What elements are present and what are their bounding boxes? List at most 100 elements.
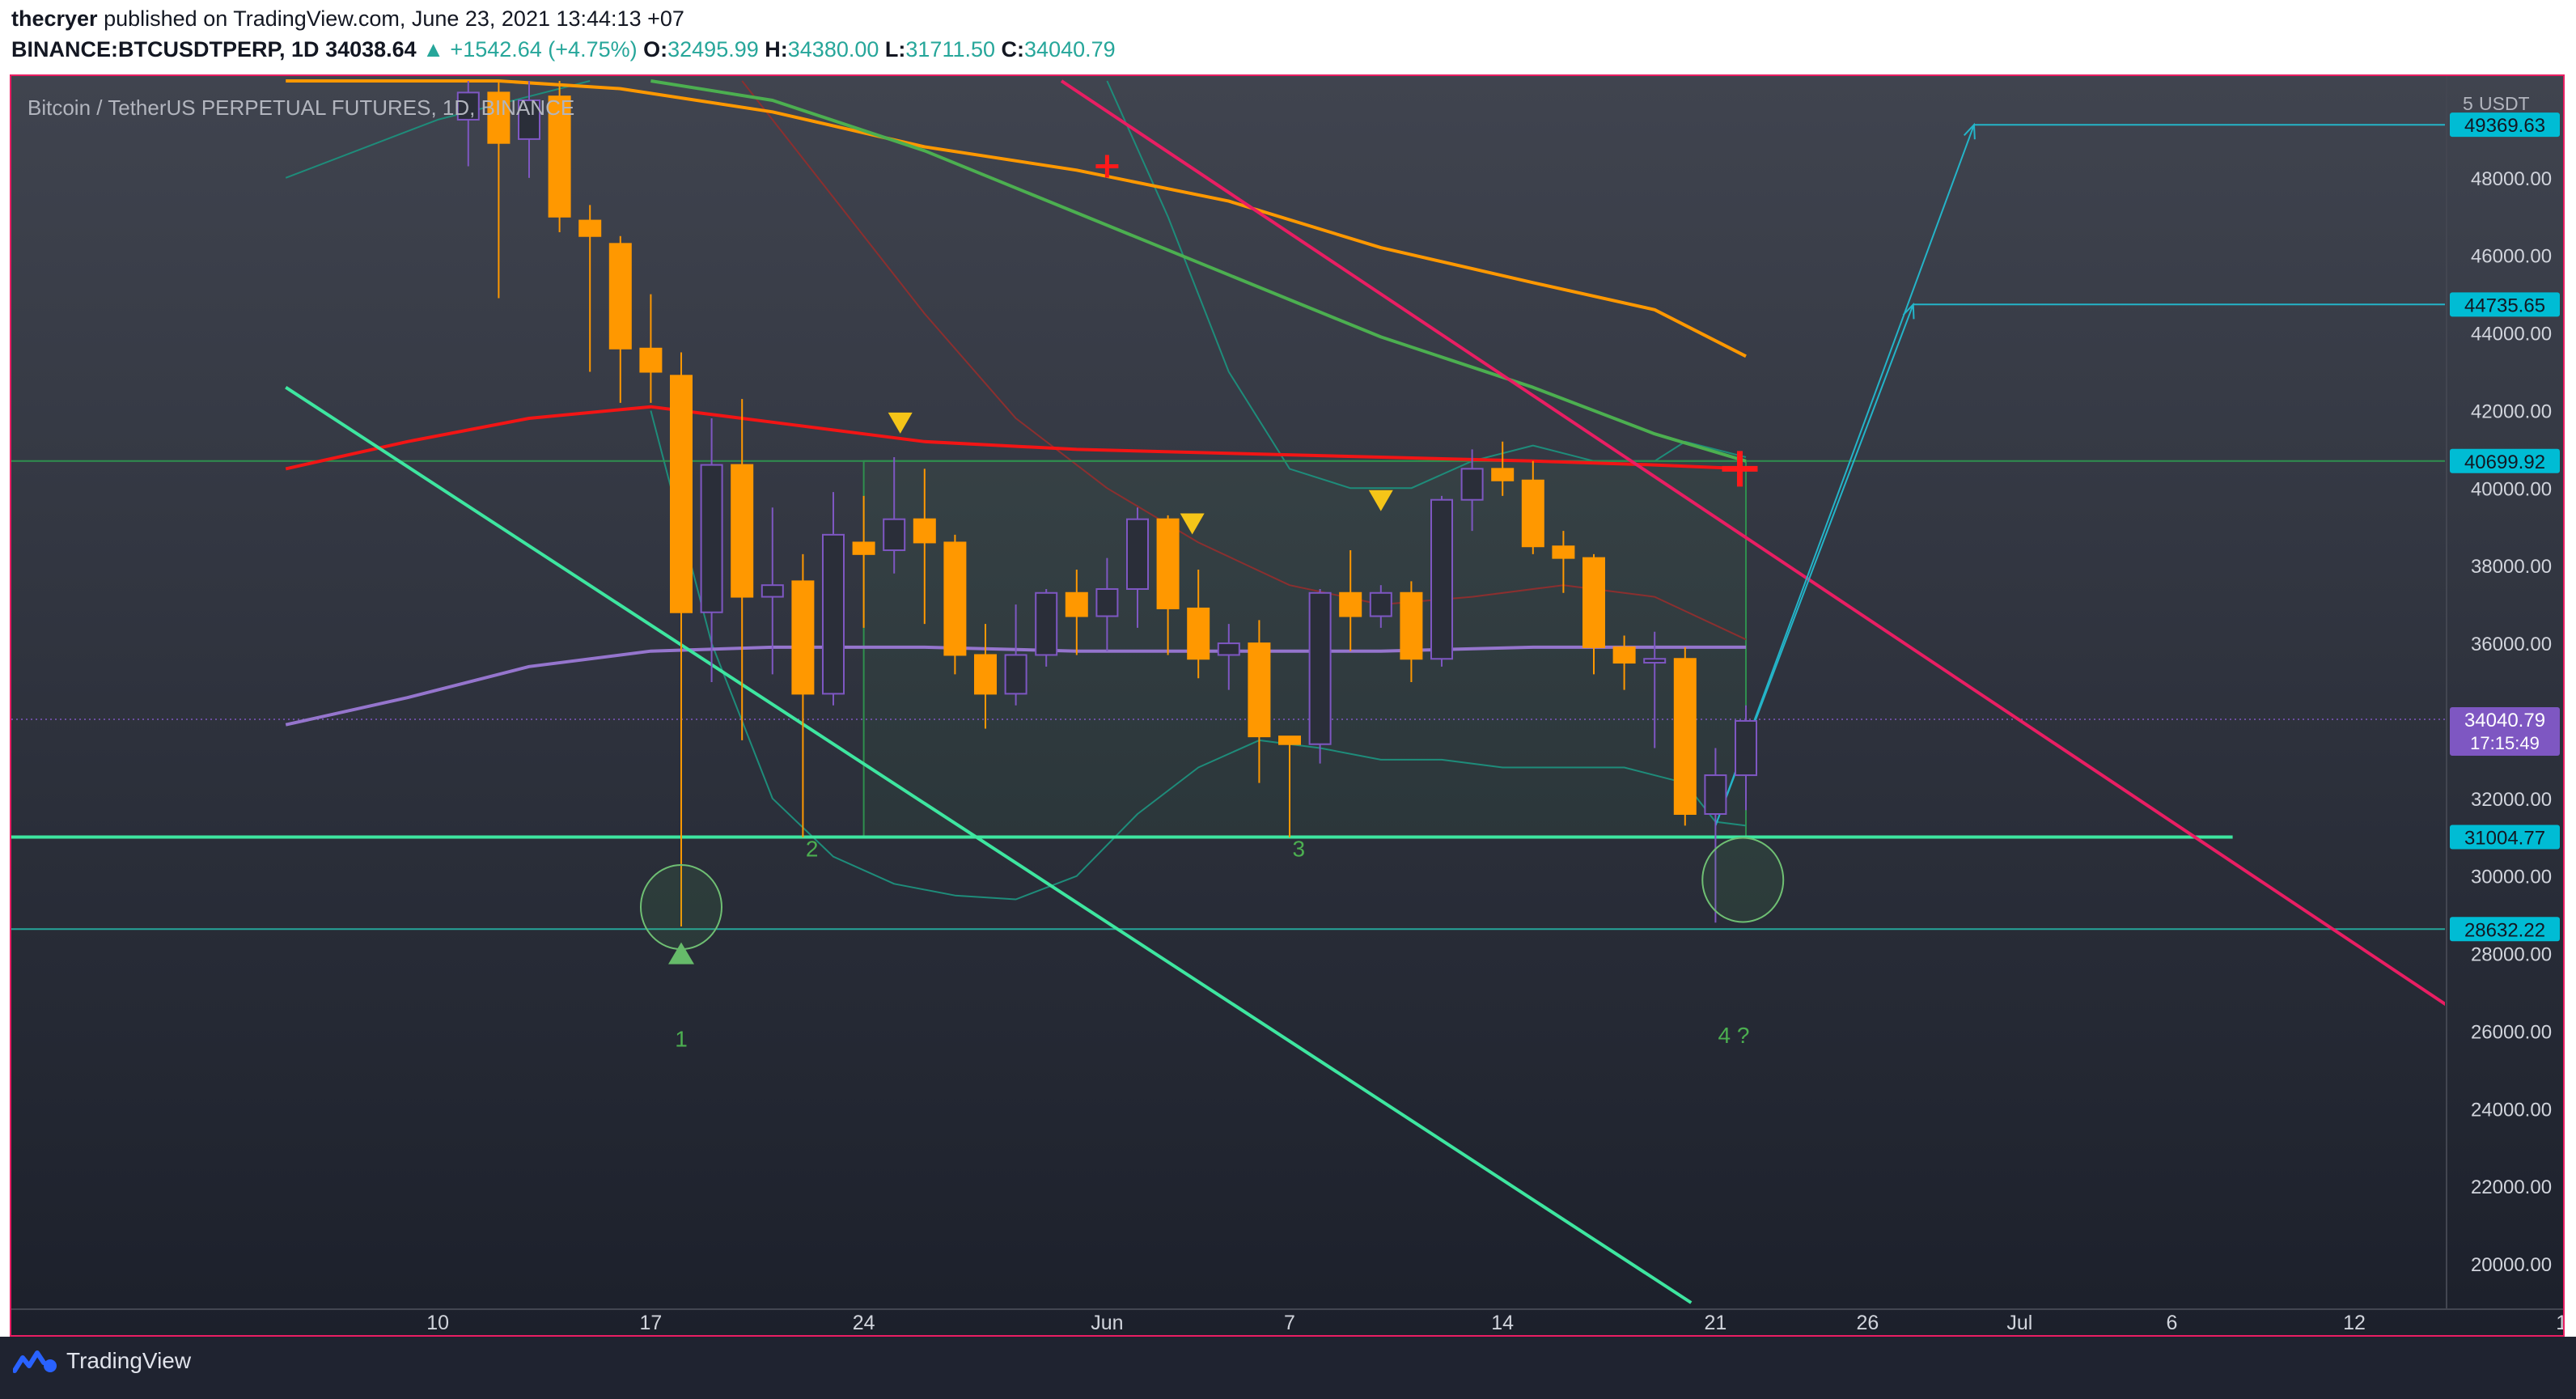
candle-body-14 — [883, 518, 906, 552]
candle-body-28 — [1308, 591, 1332, 745]
candle-body-5 — [608, 243, 632, 350]
candle-body-40 — [1673, 658, 1697, 815]
price-tick-label: 46000.00 — [2471, 246, 2552, 268]
last-price-label: 34040.79 — [2464, 710, 2545, 731]
time-tick-label: 26 — [1856, 1312, 1879, 1334]
price-tick-label: 36000.00 — [2471, 634, 2552, 655]
candle-body-29 — [1339, 591, 1362, 617]
candle-body-4 — [578, 219, 602, 237]
price-change: ▲ +1542.64 (+4.75%) — [422, 37, 638, 61]
candle-body-10 — [761, 584, 784, 598]
candle-body-18 — [1004, 654, 1027, 695]
candle-body-19 — [1035, 591, 1058, 656]
high-label: H: — [765, 37, 788, 61]
candle-body-8 — [700, 464, 723, 613]
candle-body-27 — [1278, 736, 1301, 745]
brand-name: TradingView — [66, 1348, 192, 1373]
low-label: L: — [884, 37, 906, 61]
footer-bar — [0, 1337, 2576, 1399]
price-tick-label: 38000.00 — [2471, 556, 2552, 578]
published-info: published on TradingView.com, June 23, 2… — [104, 6, 684, 31]
price-tick-label: 24000.00 — [2471, 1099, 2552, 1121]
candle-body-12 — [822, 533, 845, 695]
price-tick-label: 40000.00 — [2471, 478, 2552, 500]
candle-body-34 — [1491, 468, 1515, 481]
candle-body-7 — [670, 375, 693, 613]
candle-body-15 — [913, 518, 936, 544]
candle-body-36 — [1552, 545, 1575, 559]
price-label-text-2: 40699.92 — [2464, 451, 2545, 473]
candle-body-20 — [1065, 591, 1088, 617]
last-price-value: 34038.64 — [325, 37, 417, 61]
close-label: C: — [1001, 37, 1025, 61]
time-tick-label: Jul — [2006, 1312, 2032, 1334]
open-value: 32495.99 — [667, 37, 759, 61]
candle-body-41 — [1704, 774, 1727, 815]
candle-body-31 — [1400, 591, 1423, 660]
candle-body-42 — [1735, 719, 1757, 777]
candle-body-32 — [1430, 498, 1453, 660]
candlestick-chart[interactable]: 12 34 ? 20000.0022000.0024000.0026000.002… — [11, 76, 2576, 1335]
publisher-name[interactable]: thecryer — [11, 6, 98, 31]
candle-body-9 — [731, 464, 754, 598]
price-tick-label: 28000.00 — [2471, 944, 2552, 966]
candle-body-26 — [1248, 642, 1271, 738]
highlight-ellipse-0 — [640, 864, 722, 951]
time-tick-label: 7 — [1284, 1312, 1295, 1334]
candle-body-21 — [1095, 587, 1119, 617]
price-tick-label: 44000.00 — [2471, 324, 2552, 346]
tradingview-logo-icon — [13, 1350, 57, 1373]
low-value: 31711.50 — [905, 37, 996, 61]
time-tick-label: 24 — [853, 1312, 875, 1334]
candle-body-6 — [639, 347, 663, 373]
candle-body-23 — [1156, 518, 1180, 609]
price-tick-label: 48000.00 — [2471, 168, 2552, 190]
candle-body-25 — [1217, 642, 1240, 656]
candle-body-38 — [1612, 646, 1636, 664]
candle-body-33 — [1460, 468, 1484, 501]
countdown-label: 17:15:49 — [2470, 733, 2540, 753]
time-tick-label: 10 — [426, 1312, 449, 1334]
candle-body-16 — [943, 541, 967, 656]
publish-header: thecryer published on TradingView.com, J… — [0, 0, 2576, 74]
price-tick-label: 26000.00 — [2471, 1021, 2552, 1043]
price-label-text-0: 49369.63 — [2464, 115, 2545, 137]
candle-body-13 — [852, 541, 875, 555]
time-tick-label: 19 — [2556, 1312, 2563, 1334]
highlight-ellipse-1 — [1701, 837, 1785, 923]
chart-legend: Bitcoin / TetherUS PERPETUAL FUTURES, 1D… — [28, 95, 574, 120]
tradingview-brand[interactable]: TradingView — [13, 1348, 191, 1374]
wave-label-2: 3 — [1292, 837, 1305, 862]
price-tick-label: 20000.00 — [2471, 1254, 2552, 1276]
wave-label-0: 1 — [675, 1027, 688, 1052]
time-tick-label: 6 — [2166, 1312, 2177, 1334]
candle-body-11 — [791, 580, 815, 695]
candle-body-30 — [1369, 591, 1392, 617]
price-label-text-3: 31004.77 — [2464, 828, 2545, 850]
open-label: O: — [643, 37, 668, 61]
price-tick-label: 32000.00 — [2471, 789, 2552, 811]
symbol-line: BINANCE:BTCUSDTPERP, 1D 34038.64 ▲ +1542… — [11, 37, 1116, 62]
currency-label: USDT — [2479, 93, 2530, 114]
high-value: 34380.00 — [787, 37, 879, 61]
time-tick-label: 14 — [1491, 1312, 1514, 1334]
close-value: 34040.79 — [1024, 37, 1116, 61]
candle-body-17 — [974, 654, 997, 695]
time-tick-label: Jun — [1091, 1312, 1123, 1334]
symbol-name[interactable]: BINANCE:BTCUSDTPERP, 1D — [11, 37, 320, 61]
wave-label-1: 2 — [806, 837, 819, 862]
price-label-text-1: 44735.65 — [2464, 295, 2545, 316]
currency-prefix: 5 — [2463, 93, 2473, 114]
time-tick-label: 12 — [2343, 1312, 2366, 1334]
time-tick-label: 17 — [639, 1312, 662, 1334]
wave-label-3: 4 ? — [1718, 1023, 1749, 1048]
chart-area[interactable]: 1234 ? 20000.00 22000.00 24000.00 26000.00 2… — [10, 74, 2576, 1337]
candle-body-24 — [1187, 607, 1210, 660]
candle-body-39 — [1643, 658, 1667, 664]
publisher-line: thecryer published on TradingView.com, J… — [11, 6, 684, 32]
candle-body-22 — [1126, 518, 1149, 590]
candle-body-35 — [1521, 479, 1544, 548]
price-tick-label: 42000.00 — [2471, 401, 2552, 422]
price-label-text-4: 28632.22 — [2464, 919, 2545, 941]
candle-body-37 — [1582, 557, 1605, 648]
